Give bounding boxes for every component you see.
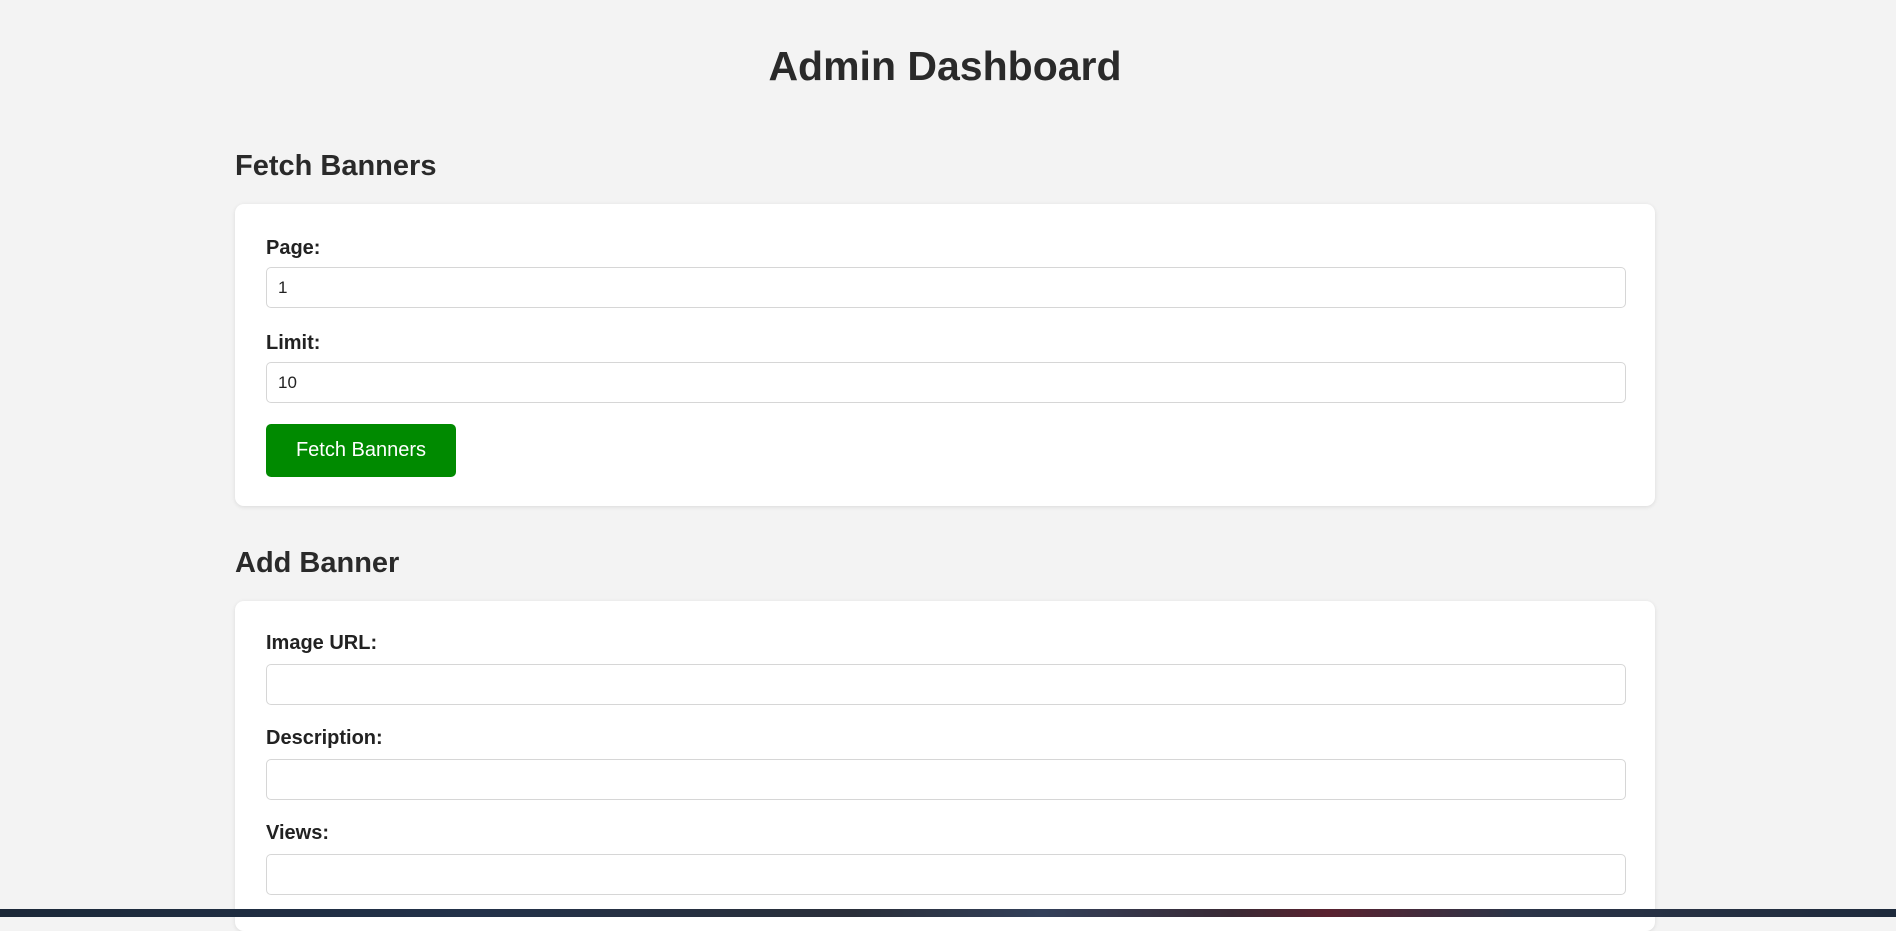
limit-input[interactable] — [266, 362, 1626, 403]
views-label: Views: — [266, 822, 329, 844]
limit-label: Limit: — [266, 332, 321, 354]
page-input[interactable] — [266, 267, 1626, 308]
views-input[interactable] — [266, 854, 1626, 895]
add-banner-card: Image URL: Description: Views: — [235, 601, 1655, 931]
fetch-banners-card: Page: Limit: Fetch Banners — [235, 204, 1655, 506]
description-label: Description: — [266, 727, 383, 749]
description-input[interactable] — [266, 759, 1626, 800]
page-title: Admin Dashboard — [768, 43, 1122, 89]
fetch-banners-button[interactable]: Fetch Banners — [266, 424, 456, 477]
page-label: Page: — [266, 237, 321, 259]
fetch-banners-heading: Fetch Banners — [235, 150, 437, 182]
image-url-input[interactable] — [266, 664, 1626, 705]
image-url-label: Image URL: — [266, 632, 378, 654]
desktop-wallpaper-strip — [0, 909, 1896, 917]
add-banner-heading: Add Banner — [235, 547, 400, 579]
